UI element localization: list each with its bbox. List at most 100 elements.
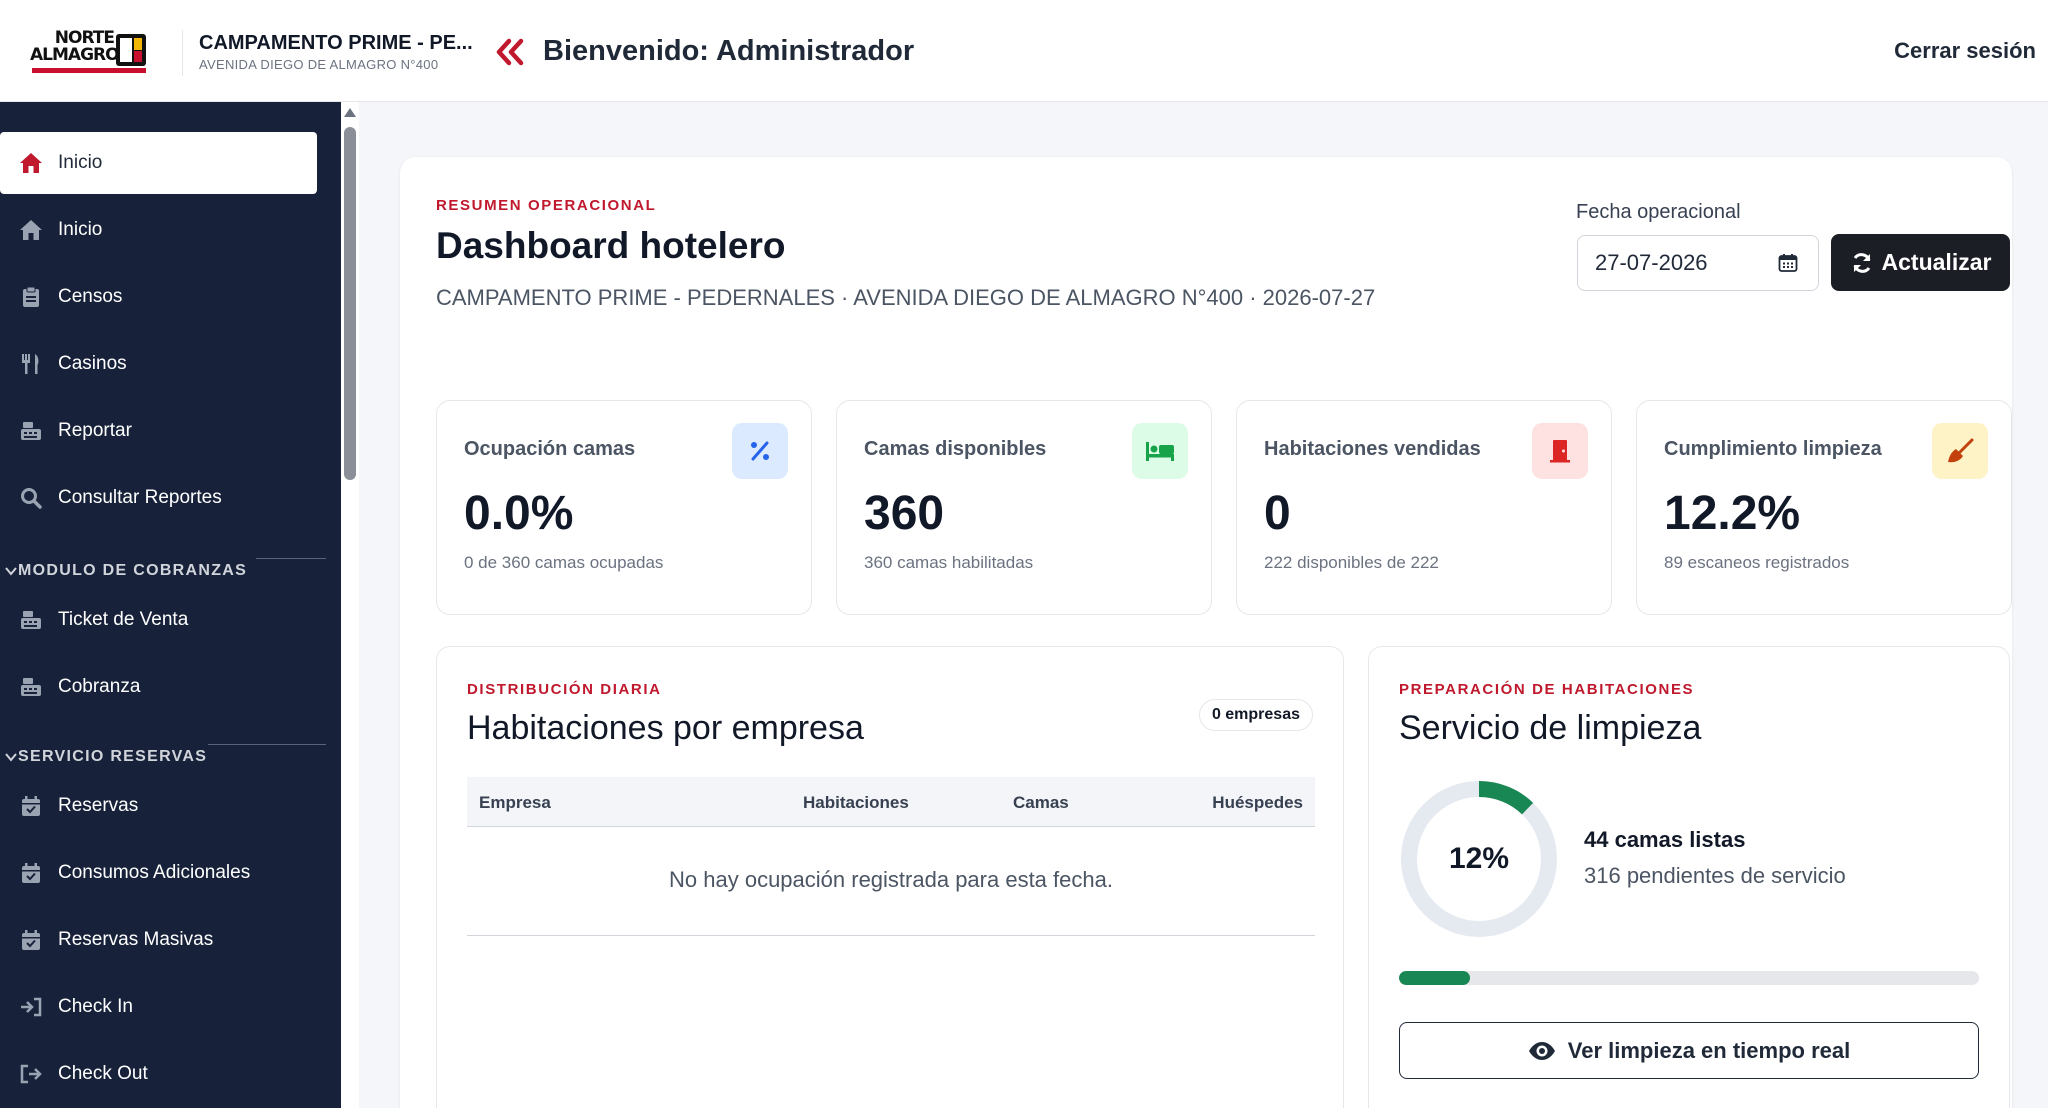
- camp-address: AVENIDA DIEGO DE ALMAGRO N°400: [199, 57, 439, 72]
- sidebar-item-label: Consultar Reportes: [58, 487, 222, 508]
- section-servicio-reservas[interactable]: SERVICIO RESERVAS: [4, 748, 207, 766]
- cleaning-eyebrow: PREPARACIÓN DE HABITACIONES: [1399, 681, 1695, 698]
- sidebar-item-label: Reportar: [58, 420, 132, 441]
- kpi-value: 0: [1264, 487, 1291, 540]
- sidebar-item-consultar-reportes[interactable]: Consultar Reportes: [0, 467, 317, 529]
- sidebar-collapse-button[interactable]: [492, 34, 528, 70]
- sidebar-item-label: Consumos Adicionales: [58, 862, 251, 883]
- sidebar-item-label: Reservas Masivas: [58, 929, 214, 950]
- date-label: Fecha operacional: [1576, 201, 1741, 223]
- sidebar-item-check-in[interactable]: Check In: [0, 976, 317, 1038]
- bed-icon: [1132, 423, 1188, 479]
- cash-register-icon: [16, 421, 46, 441]
- distribution-eyebrow: DISTRIBUCIÓN DIARIA: [467, 681, 662, 698]
- logo-mark: [116, 34, 146, 66]
- section-title-label: MODULO DE COBRANZAS: [18, 562, 248, 579]
- donut-percent-label: 12%: [1448, 842, 1510, 875]
- column-header-huespedes[interactable]: Huéspedes: [1212, 793, 1303, 813]
- refresh-button-label: Actualizar: [1881, 249, 1992, 275]
- chevron-down-icon: [5, 753, 17, 762]
- column-header-empresa[interactable]: Empresa: [479, 793, 551, 813]
- home-icon: [16, 219, 46, 241]
- ver-limpieza-label: Ver limpieza en tiempo real: [1567, 1037, 1851, 1063]
- sidebar-item-label: Check In: [58, 996, 133, 1017]
- refresh-button[interactable]: Actualizar: [1831, 234, 2010, 291]
- cleaning-progress-bar: [1399, 971, 1979, 985]
- kpi-value: 12.2%: [1664, 487, 1801, 540]
- distribution-title: Habitaciones por empresa: [467, 709, 864, 747]
- cleaning-panel: PREPARACIÓN DE HABITACIONES Servicio de …: [1368, 646, 2010, 1108]
- kpi-subtext: 0 de 360 camas ocupadas: [464, 553, 664, 572]
- sidebar-item-inicio-active[interactable]: Inicio: [0, 132, 317, 194]
- eye-icon: [1528, 1041, 1555, 1060]
- table-bottom-border: [467, 935, 1315, 936]
- sidebar-item-reportar[interactable]: Reportar: [0, 400, 317, 462]
- section-divider: [208, 744, 326, 745]
- sidebar-item-cobranza[interactable]: Cobranza: [0, 656, 317, 718]
- kpi-subtext: 360 camas habilitadas: [864, 553, 1034, 572]
- sidebar-item-label: Reservas: [58, 795, 139, 816]
- scroll-up-arrow-icon[interactable]: [344, 108, 356, 117]
- table-header: Empresa Habitaciones Camas Huéspedes: [467, 777, 1315, 827]
- utensils-icon: [16, 353, 46, 375]
- logo-text: NORTE ALMAGRO: [30, 28, 120, 65]
- ver-limpieza-button[interactable]: Ver limpieza en tiempo real: [1399, 1022, 1979, 1079]
- kpi-cumplimiento-limpieza: Cumplimiento limpieza 12.2% 89 escaneos …: [1636, 400, 2012, 615]
- sidebar-item-consumos-adicionales[interactable]: Consumos Adicionales: [0, 842, 317, 904]
- sidebar-item-label: Inicio: [58, 219, 103, 240]
- kpi-camas-disponibles: Camas disponibles 360 360 camas habilita…: [836, 400, 1212, 615]
- sign-in-icon: [16, 997, 46, 1017]
- percent-icon: [732, 423, 788, 479]
- page-title: Dashboard hotelero: [436, 225, 786, 266]
- kpi-value: 360: [864, 487, 945, 540]
- kpi-ocupacion-camas: Ocupación camas 0.0% 0 de 360 camas ocup…: [436, 400, 812, 615]
- calendar-check-icon: [16, 795, 46, 817]
- sidebar-scroll-thumb[interactable]: [344, 127, 356, 480]
- cash-register-icon: [16, 677, 46, 697]
- column-header-camas[interactable]: Camas: [1013, 793, 1069, 813]
- refresh-icon: [1853, 252, 1870, 273]
- sidebar-item-reservas-masivas[interactable]: Reservas Masivas: [0, 909, 317, 971]
- section-divider: [256, 558, 326, 559]
- cash-register-icon: [16, 610, 46, 630]
- norte-almagro-logo[interactable]: NORTE ALMAGRO: [30, 30, 152, 76]
- sidebar-item-ticket-de-venta[interactable]: Ticket de Venta: [0, 589, 317, 651]
- calendar-check-icon: [16, 929, 46, 951]
- camas-listas-text: 44 camas listas: [1584, 827, 1746, 852]
- broom-icon: [1932, 423, 1988, 479]
- sign-out-icon: [16, 1064, 46, 1084]
- chevron-down-icon: [5, 567, 17, 576]
- logout-button[interactable]: Cerrar sesión: [1894, 38, 2036, 64]
- header-divider: [182, 30, 183, 76]
- distribution-panel: DISTRIBUCIÓN DIARIA Habitaciones por emp…: [436, 646, 1344, 1108]
- section-modulo-cobranzas[interactable]: MODULO DE COBRANZAS: [4, 562, 247, 580]
- kpi-label: Camas disponibles: [864, 438, 1047, 460]
- calendar-icon[interactable]: [1778, 253, 1798, 273]
- section-title-label: SERVICIO RESERVAS: [18, 748, 208, 765]
- welcome-text: Bienvenido: Administrador: [543, 35, 915, 67]
- camp-name: CAMPAMENTO PRIME - PE...: [199, 32, 473, 54]
- logo-strip: [32, 68, 146, 73]
- kpi-value: 0.0%: [464, 487, 574, 540]
- sidebar-item-label: Check Out: [58, 1063, 148, 1084]
- kpi-label: Habitaciones vendidas: [1264, 438, 1481, 460]
- kpi-habitaciones-vendidas: Habitaciones vendidas 0 222 disponibles …: [1236, 400, 1612, 615]
- calendar-check-icon: [16, 862, 46, 884]
- search-icon: [16, 487, 46, 509]
- sidebar-item-check-out[interactable]: Check Out: [0, 1043, 317, 1105]
- sidebar-item-casinos[interactable]: Casinos: [0, 333, 317, 395]
- sidebar-item-label: Casinos: [58, 353, 127, 374]
- empresas-count-badge: 0 empresas: [1198, 699, 1313, 731]
- kpi-subtext: 89 escaneos registrados: [1664, 553, 1850, 572]
- date-input[interactable]: 27-07-2026: [1577, 235, 1819, 291]
- cleaning-title: Servicio de limpieza: [1399, 709, 1702, 747]
- column-header-habitaciones[interactable]: Habitaciones: [803, 793, 909, 813]
- sidebar-item-inicio[interactable]: Inicio: [0, 199, 317, 261]
- kpi-label: Cumplimiento limpieza: [1664, 438, 1882, 460]
- sidebar-item-censos[interactable]: Censos: [0, 266, 317, 328]
- double-chevron-left-icon: [496, 38, 524, 66]
- home-icon: [16, 152, 46, 174]
- top-header: NORTE ALMAGRO CAMPAMENTO PRIME - PE... A…: [0, 0, 2048, 102]
- sidebar-item-reservas[interactable]: Reservas: [0, 775, 317, 837]
- sidebar-item-label: Cobranza: [58, 676, 141, 697]
